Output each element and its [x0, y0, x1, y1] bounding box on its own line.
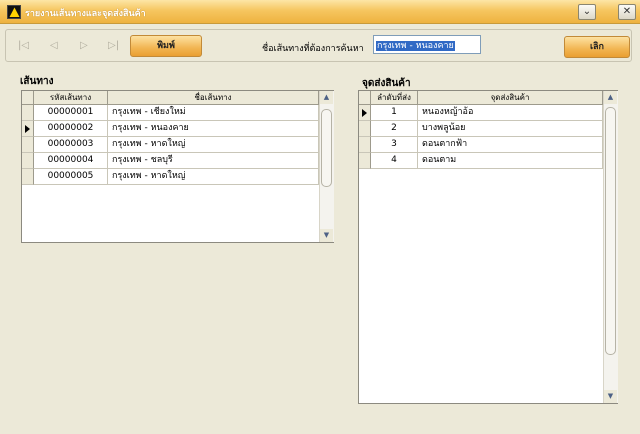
routes-scrollbar[interactable]: ▲ ▼	[319, 91, 334, 242]
drops-col-name-header[interactable]: จุดส่งสินค้า	[418, 91, 603, 105]
scroll-thumb[interactable]	[321, 109, 332, 187]
drops-grid: ลำดับที่ส่ง จุดส่งสินค้า 1 หนองหญ้าอ้อ 2…	[358, 90, 618, 404]
route-name-cell[interactable]: กรุงเทพ - เชียงใหม่	[108, 105, 319, 121]
row-indicator	[22, 153, 34, 169]
row-indicator	[22, 121, 34, 137]
next-record-button[interactable]: ▷	[80, 40, 88, 51]
first-record-button[interactable]: |◁	[18, 40, 29, 51]
route-code-cell[interactable]: 00000005	[34, 169, 108, 185]
row-indicator	[359, 153, 371, 169]
row-pointer-icon	[25, 125, 30, 133]
drops-col-seq-header[interactable]: ลำดับที่ส่ง	[371, 91, 418, 105]
drop-name-cell[interactable]: ดอนตากฟ้า	[418, 137, 603, 153]
row-indicator	[22, 137, 34, 153]
drop-seq-cell[interactable]: 4	[371, 153, 418, 169]
minimize-button[interactable]: ⌄	[578, 4, 596, 20]
cancel-button[interactable]: เลิก	[564, 36, 630, 58]
app-triangle-icon	[7, 5, 21, 19]
window-title: รายงานเส้นทางและจุดส่งสินค้า	[25, 9, 146, 19]
row-indicator	[22, 105, 34, 121]
route-code-cell[interactable]: 00000004	[34, 153, 108, 169]
scroll-up-icon[interactable]: ▲	[604, 91, 617, 104]
routes-col-code-header[interactable]: รหัสเส้นทาง	[34, 91, 108, 105]
route-code-cell[interactable]: 00000003	[34, 137, 108, 153]
drop-name-cell[interactable]: ดอนตาม	[418, 153, 603, 169]
row-indicator	[359, 105, 371, 121]
previous-record-button[interactable]: ◁	[50, 40, 58, 51]
drops-section-title: จุดส่งสินค้า	[362, 78, 411, 89]
scroll-down-icon[interactable]: ▼	[320, 229, 333, 242]
row-indicator	[22, 169, 34, 185]
route-name-cell[interactable]: กรุงเทพ - ชลบุรี	[108, 153, 319, 169]
drop-seq-cell[interactable]: 3	[371, 137, 418, 153]
row-indicator	[359, 121, 371, 137]
print-button[interactable]: พิมพ์	[130, 35, 202, 57]
drops-indicator-header	[359, 91, 371, 105]
routes-indicator-header	[22, 91, 34, 105]
search-input-value: กรุงเทพ - หนองคาย	[376, 41, 455, 51]
route-code-cell[interactable]: 00000002	[34, 121, 108, 137]
route-name-cell[interactable]: กรุงเทพ - หาดใหญ่	[108, 137, 319, 153]
row-indicator	[359, 137, 371, 153]
routes-col-name-header[interactable]: ชื่อเส้นทาง	[108, 91, 319, 105]
scroll-up-icon[interactable]: ▲	[320, 91, 333, 104]
route-name-cell[interactable]: กรุงเทพ - หนองคาย	[108, 121, 319, 137]
route-name-cell[interactable]: กรุงเทพ - หาดใหญ่	[108, 169, 319, 185]
drop-seq-cell[interactable]: 1	[371, 105, 418, 121]
search-input[interactable]: กรุงเทพ - หนองคาย	[373, 35, 481, 54]
drop-name-cell[interactable]: บางพลูน้อย	[418, 121, 603, 137]
close-button[interactable]: ✕	[618, 4, 636, 20]
scroll-down-icon[interactable]: ▼	[604, 390, 617, 403]
drop-name-cell[interactable]: หนองหญ้าอ้อ	[418, 105, 603, 121]
drop-seq-cell[interactable]: 2	[371, 121, 418, 137]
drops-scrollbar[interactable]: ▲ ▼	[603, 91, 618, 403]
row-pointer-icon	[362, 109, 367, 117]
routes-section-title: เส้นทาง	[20, 76, 54, 87]
scroll-thumb[interactable]	[605, 107, 616, 355]
search-label: ชื่อเส้นทางที่ต้องการค้นหา	[262, 44, 364, 54]
last-record-button[interactable]: ▷|	[108, 40, 119, 51]
routes-grid: รหัสเส้นทาง ชื่อเส้นทาง 00000001 กรุงเทพ…	[21, 90, 334, 243]
route-code-cell[interactable]: 00000001	[34, 105, 108, 121]
